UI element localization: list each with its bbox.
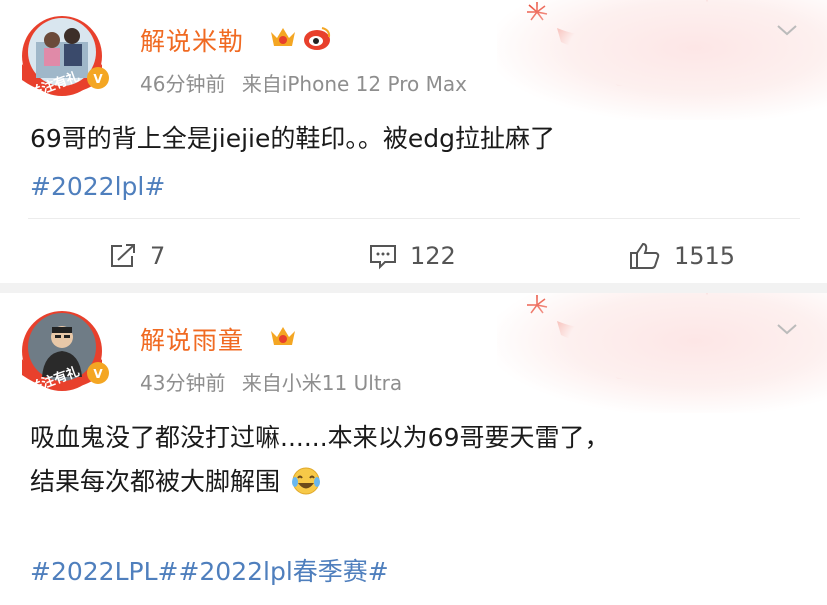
like-count: 1515 <box>674 242 736 270</box>
post-meta: 46分钟前 来自iPhone 12 Pro Max <box>140 68 477 97</box>
post-text-line-1: 吸血鬼没了都没打过嘛......本来以为69哥要天雷了， <box>30 423 610 452</box>
post-text-line-2: 结果每次都被大脚解围 <box>30 459 322 505</box>
post-text: 69哥的背上全是jiejie的鞋印。。被edg拉扯麻了 <box>30 124 555 153</box>
weibo-badge-icon[interactable] <box>302 24 332 52</box>
svg-text:V: V <box>93 72 103 86</box>
post-text-line-2-content: 结果每次都被大脚解围 <box>30 467 281 496</box>
comment-count: 122 <box>410 242 456 270</box>
post-hashtags[interactable]: #2022LPL##2022lpl春季赛# <box>30 549 389 595</box>
vip-crown-icon[interactable] <box>268 323 298 351</box>
post-source: 来自小米11 Ultra <box>241 371 403 395</box>
comment-button[interactable]: 122 <box>368 236 456 276</box>
action-bar: 7 122 1515 <box>0 236 827 276</box>
username[interactable]: 解说雨童 <box>140 321 244 357</box>
like-button[interactable]: 1515 <box>628 236 735 276</box>
repost-icon <box>111 244 135 267</box>
weibo-post-2: V 关注有礼 解说雨童 43分钟前 来自小米11 Ultra 吸血鬼没了都没打过… <box>0 293 827 605</box>
comment-icon <box>370 245 396 270</box>
post-hashtag[interactable]: #2022lpl# <box>30 164 165 210</box>
chevron-down-icon[interactable] <box>775 321 799 337</box>
avatar[interactable]: V 关注有礼 <box>14 307 114 396</box>
vip-crown-icon[interactable] <box>268 24 298 52</box>
chevron-down-icon[interactable] <box>775 22 799 38</box>
post-separator <box>0 283 827 293</box>
post-meta: 43分钟前 来自小米11 Ultra <box>140 367 412 396</box>
post-source: 来自iPhone 12 Pro Max <box>241 72 467 96</box>
post-time: 43分钟前 <box>140 371 226 395</box>
crying-laughing-emoji-icon <box>291 467 320 495</box>
svg-text:V: V <box>93 367 103 381</box>
weibo-post-1: V 关注有礼 解说米勒 46分钟前 来自iPhone 12 Pro Max 69… <box>0 0 827 283</box>
divider <box>28 218 800 219</box>
avatar[interactable]: V 关注有礼 <box>14 12 114 101</box>
like-icon <box>630 242 660 269</box>
repost-button[interactable]: 7 <box>108 236 165 276</box>
post-time: 46分钟前 <box>140 72 226 96</box>
username[interactable]: 解说米勒 <box>140 22 244 58</box>
repost-count: 7 <box>150 242 166 270</box>
